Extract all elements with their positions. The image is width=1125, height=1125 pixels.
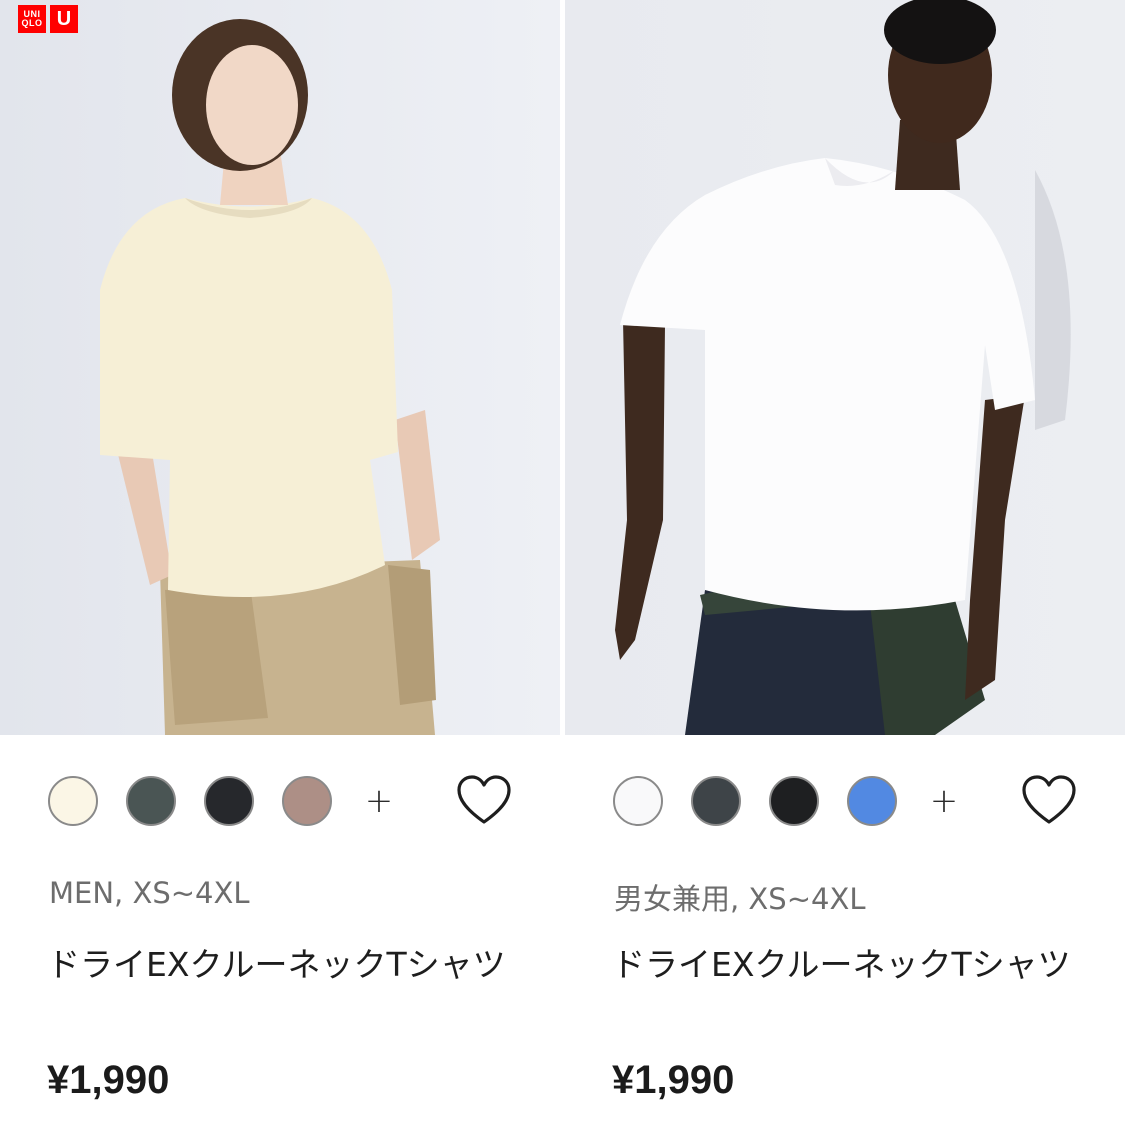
uniqlo-u-logo: U bbox=[50, 5, 78, 33]
product-image[interactable]: UNI QLO U bbox=[0, 0, 560, 735]
more-colors-button[interactable]: + bbox=[929, 776, 959, 826]
color-swatch[interactable] bbox=[691, 776, 741, 826]
model-photo-white-tshirt bbox=[565, 0, 1125, 735]
color-swatch[interactable] bbox=[282, 776, 332, 826]
product-price: ¥1,990 bbox=[47, 1058, 170, 1102]
uniqlo-logo: UNI QLO U bbox=[18, 5, 78, 33]
product-card[interactable]: + 男女兼用, XS~4XL ドライEXクルーネックTシャツ ¥1,990 bbox=[565, 0, 1125, 1125]
product-card[interactable]: UNI QLO U + MEN, XS~4XL ドライEXクルーネックTシャツ … bbox=[0, 0, 560, 1125]
product-gender-size: MEN, XS~4XL bbox=[49, 876, 250, 910]
color-swatch[interactable] bbox=[769, 776, 819, 826]
heart-outline-icon[interactable] bbox=[456, 774, 512, 828]
product-gender-size: 男女兼用, XS~4XL bbox=[614, 882, 866, 916]
product-grid: UNI QLO U + MEN, XS~4XL ドライEXクルーネックTシャツ … bbox=[0, 0, 1125, 1125]
product-name[interactable]: ドライEXクルーネックTシャツ bbox=[47, 936, 527, 993]
heart-outline-icon[interactable] bbox=[1021, 774, 1077, 828]
color-swatches: + bbox=[613, 776, 959, 826]
color-swatch[interactable] bbox=[204, 776, 254, 826]
product-image[interactable] bbox=[565, 0, 1125, 735]
color-swatch[interactable] bbox=[847, 776, 897, 826]
color-swatch[interactable] bbox=[48, 776, 98, 826]
model-photo-cream-tshirt bbox=[0, 0, 560, 735]
product-price: ¥1,990 bbox=[612, 1058, 735, 1102]
color-swatches: + bbox=[48, 776, 394, 826]
uniqlo-logo-mark: UNI QLO bbox=[18, 5, 46, 33]
product-name[interactable]: ドライEXクルーネックTシャツ bbox=[612, 936, 1092, 993]
color-swatch[interactable] bbox=[613, 776, 663, 826]
color-swatch[interactable] bbox=[126, 776, 176, 826]
more-colors-button[interactable]: + bbox=[364, 776, 394, 826]
